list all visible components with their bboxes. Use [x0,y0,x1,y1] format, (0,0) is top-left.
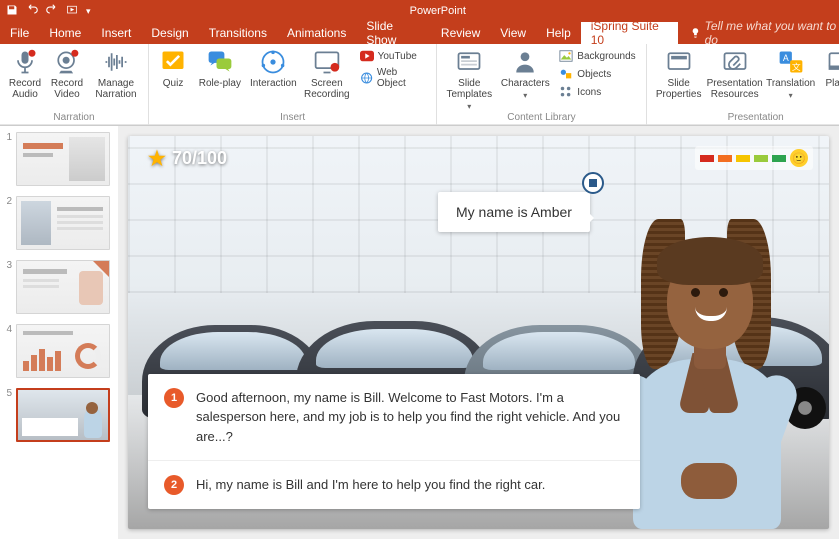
tab-design[interactable]: Design [141,22,198,44]
tell-me-placeholder: Tell me what you want to do [705,19,839,47]
qat-customize-icon[interactable]: ▾ [86,6,91,17]
lightbulb-icon [690,27,701,39]
shapes-icon [559,67,573,81]
answer-option-1[interactable]: 1 Good afternoon, my name is Bill. Welco… [148,374,640,461]
workspace: 1 2 3 4 [0,126,839,539]
player-button[interactable]: Player [819,46,839,89]
grid-icon [559,85,573,99]
group-content-library: Slide Templates ▾ Characters ▾ Backgroun… [437,44,646,125]
slide-properties-button[interactable]: Slide Properties [651,46,707,100]
translate-icon: A文 [777,48,805,76]
answer-option-2[interactable]: 2 Hi, my name is Bill and I'm here to he… [148,460,640,509]
roleplay-button[interactable]: Role-play [193,46,246,89]
microphone-icon [11,48,39,76]
svg-text:A: A [783,53,789,63]
ribbon: Record Audio Record Video Manage Narrati… [0,44,839,126]
tab-file[interactable]: File [0,22,39,44]
slide-props-icon [665,48,693,76]
app-title: PowerPoint [97,5,779,17]
score-indicator: ★ 70/100 [148,146,227,171]
tell-me-search[interactable]: Tell me what you want to do [678,22,839,44]
icons-button[interactable]: Icons [557,84,637,100]
redo-icon[interactable] [46,4,58,19]
tab-ispring[interactable]: iSpring Suite 10 [581,22,678,44]
tab-review[interactable]: Review [431,22,490,44]
web-object-button[interactable]: Web Object [358,66,429,90]
save-icon[interactable] [6,4,18,19]
tab-help[interactable]: Help [536,22,581,44]
tab-transitions[interactable]: Transitions [199,22,277,44]
thumbnail-4[interactable] [16,324,110,378]
slide-templates-button[interactable]: Slide Templates ▾ [441,46,497,111]
record-audio-button[interactable]: Record Audio [4,46,46,100]
interaction-icon [259,48,287,76]
quiz-icon [159,48,187,76]
screen-record-icon [313,48,341,76]
interaction-button[interactable]: Interaction [247,46,300,89]
manage-narration-button[interactable]: Manage Narration [88,46,144,100]
tab-home[interactable]: Home [39,22,91,44]
answer-panel: 1 Good afternoon, my name is Bill. Welco… [148,374,640,510]
youtube-button[interactable]: YouTube [358,48,429,64]
start-from-beginning-icon[interactable] [66,4,78,19]
attachment-icon [721,48,749,76]
player-icon [826,48,839,76]
smiley-icon: 🙂 [790,149,808,167]
waveform-icon [102,48,130,76]
thumbnail-1[interactable] [16,132,110,186]
group-narration: Record Audio Record Video Manage Narrati… [0,44,149,125]
picture-icon [559,49,573,63]
webcam-icon [53,48,81,76]
characters-button[interactable]: Characters ▾ [497,46,553,100]
svg-text:文: 文 [792,61,801,72]
stop-marker-icon[interactable] [582,172,604,194]
tab-slideshow[interactable]: Slide Show [356,22,431,44]
thumbnail-5[interactable] [16,388,110,442]
globe-icon [360,71,373,85]
tab-animations[interactable]: Animations [277,22,356,44]
mood-meter: 🙂 [695,146,813,170]
thumbnail-3[interactable] [16,260,110,314]
templates-icon [455,48,483,76]
speech-bubble: My name is Amber [438,192,590,232]
record-video-button[interactable]: Record Video [46,46,88,100]
group-insert: Quiz Role-play Interaction Screen Record… [149,44,437,125]
thumbnail-2[interactable] [16,196,110,250]
youtube-icon [360,49,374,63]
tab-insert[interactable]: Insert [91,22,141,44]
person-icon [511,48,539,76]
tab-view[interactable]: View [490,22,536,44]
roleplay-scene: ★ 70/100 🙂 My name is Amber [128,136,829,529]
slide-editor: ★ 70/100 🙂 My name is Amber [118,126,839,539]
chat-bubbles-icon [206,48,234,76]
objects-button[interactable]: Objects [557,66,637,82]
menu-bar: File Home Insert Design Transitions Anim… [0,22,839,44]
quiz-button[interactable]: Quiz [153,46,193,89]
group-presentation: Slide Properties Presentation Resources … [647,44,839,125]
undo-icon[interactable] [26,4,38,19]
screen-recording-button[interactable]: Screen Recording [300,46,353,100]
slide-thumbnails-panel[interactable]: 1 2 3 4 [0,126,118,539]
star-icon: ★ [148,146,166,171]
translation-button[interactable]: A文 Translation ▾ [763,46,819,100]
quick-access-toolbar: ▾ [0,4,97,19]
backgrounds-button[interactable]: Backgrounds [557,48,637,64]
presentation-resources-button[interactable]: Presentation Resources [707,46,763,100]
